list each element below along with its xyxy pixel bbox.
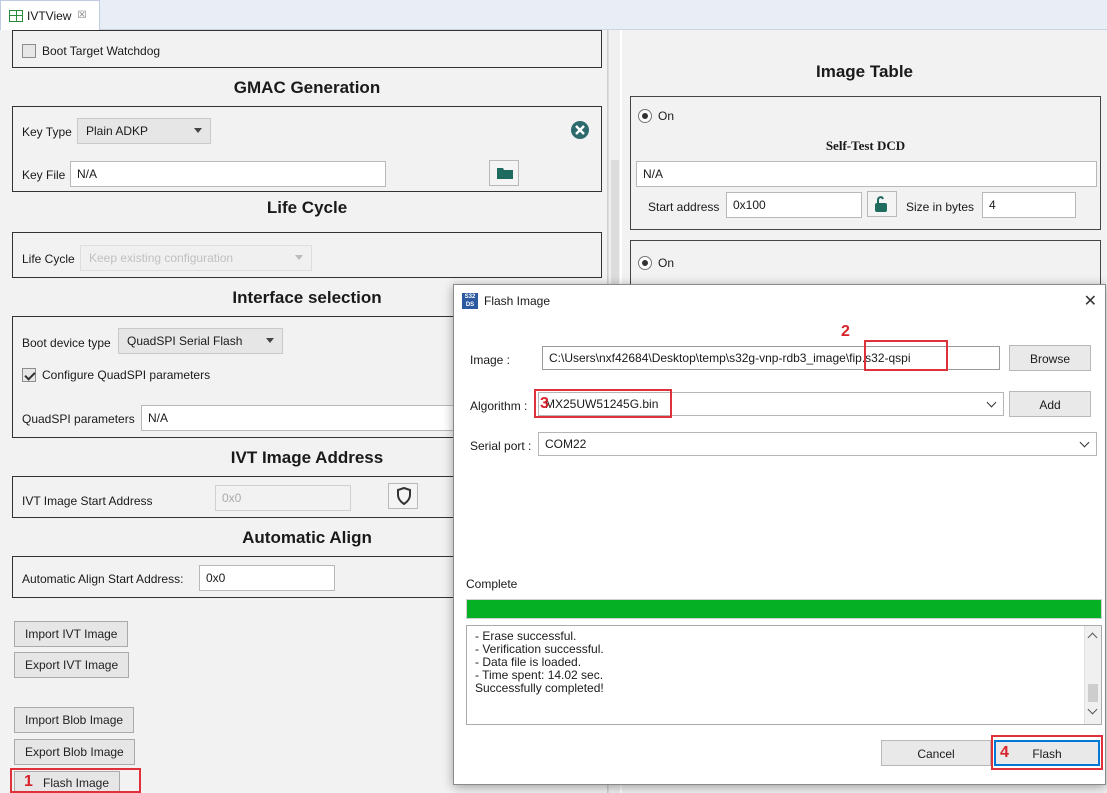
import-ivt-image-button[interactable]: Import IVT Image xyxy=(14,621,129,647)
key-file-label: Key File xyxy=(22,168,66,182)
boot-target-watchdog-checkbox[interactable] xyxy=(22,44,36,58)
shield-icon xyxy=(397,487,411,505)
self-test-dcd-field[interactable]: N/A xyxy=(636,161,1097,187)
serial-port-select[interactable]: COM22 xyxy=(538,432,1097,456)
annotation-number-2: 2 xyxy=(841,323,850,340)
log-lines: - Erase successful. - Verification succes… xyxy=(475,630,1093,695)
algorithm-label: Algorithm : xyxy=(470,399,528,413)
folder-icon xyxy=(497,168,513,179)
status-text: Complete xyxy=(466,577,518,591)
image-label: Image : xyxy=(470,353,511,367)
add-button[interactable]: Add xyxy=(1009,391,1091,417)
entry-1-on-label: On xyxy=(658,109,675,123)
serial-port-label: Serial port : xyxy=(470,439,532,453)
quadspi-params-field[interactable]: N/A xyxy=(141,405,455,431)
entry-1-on-radio[interactable] xyxy=(638,109,652,123)
scroll-down-icon[interactable] xyxy=(1087,704,1098,715)
key-type-value: Plain ADKP xyxy=(86,124,149,138)
gmac-section-title: GMAC Generation xyxy=(233,78,381,97)
chevron-down-icon xyxy=(1079,437,1090,448)
tab-ivtview[interactable]: IVTView ☒ xyxy=(0,0,100,30)
editor-tab-bar xyxy=(0,0,1107,30)
dropdown-arrow-icon xyxy=(194,128,202,133)
dropdown-arrow-icon xyxy=(266,338,274,343)
dropdown-arrow-icon xyxy=(295,255,303,260)
start-address-field[interactable]: 0x100 xyxy=(726,192,862,218)
boot-device-type-value: QuadSPI Serial Flash xyxy=(127,334,243,348)
scrollbar-thumb[interactable] xyxy=(1088,684,1098,702)
browse-key-file-button[interactable] xyxy=(489,160,519,186)
scroll-up-icon[interactable] xyxy=(1087,632,1098,643)
close-icon[interactable]: ✕ xyxy=(1084,291,1097,311)
annotation-number-4: 4 xyxy=(1000,744,1009,761)
auto-align-label: Automatic Align Start Address: xyxy=(22,572,184,586)
log-scrollbar[interactable] xyxy=(1084,626,1101,724)
key-file-field[interactable]: N/A xyxy=(70,161,386,187)
dialog-title-bar: S32 DS Flash Image ✕ xyxy=(454,285,1105,317)
table-icon xyxy=(9,9,23,22)
key-type-select[interactable]: Plain ADKP xyxy=(77,118,211,144)
ivt-start-address-label: IVT Image Start Address xyxy=(22,494,153,508)
progress-fill xyxy=(467,600,1101,618)
export-blob-image-button[interactable]: Export Blob Image xyxy=(14,739,135,765)
life-cycle-value: Keep existing configuration xyxy=(89,251,234,265)
browse-button[interactable]: Browse xyxy=(1009,345,1091,371)
close-tab-icon[interactable]: ☒ xyxy=(77,10,86,21)
size-in-bytes-label: Size in bytes xyxy=(906,200,975,214)
key-type-label: Key Type xyxy=(22,125,72,139)
serial-port-value: COM22 xyxy=(545,437,587,451)
entry-2-on-radio[interactable] xyxy=(638,256,652,270)
annotation-box-3 xyxy=(534,389,672,418)
tab-title: IVTView xyxy=(27,8,72,23)
configure-quadspi-checkbox[interactable] xyxy=(22,368,36,382)
unlock-icon xyxy=(875,196,887,212)
dialog-title: Flash Image xyxy=(484,294,551,308)
life-cycle-section-title: Life Cycle xyxy=(266,198,348,217)
chevron-down-icon xyxy=(986,397,997,408)
s32ds-logo-icon: S32 DS xyxy=(462,293,478,309)
ivt-address-lock-button[interactable] xyxy=(388,483,418,509)
entry-2-on-label: On xyxy=(658,256,675,270)
self-test-dcd-title: Self-Test DCD xyxy=(825,138,906,153)
image-table-entry-2 xyxy=(630,240,1101,290)
quadspi-params-label: QuadSPI parameters xyxy=(22,412,135,426)
boot-device-type-label: Boot device type xyxy=(22,336,111,350)
annotation-number-1: 1 xyxy=(24,773,33,790)
configure-quadspi-label: Configure QuadSPI parameters xyxy=(42,368,211,382)
clear-key-button[interactable] xyxy=(565,117,595,143)
annotation-number-3: 3 xyxy=(540,395,549,412)
life-cycle-label: Life Cycle xyxy=(22,252,75,266)
life-cycle-select[interactable]: Keep existing configuration xyxy=(80,245,312,271)
unlock-button[interactable] xyxy=(867,191,897,217)
auto-align-field[interactable]: 0x0 xyxy=(199,565,335,591)
flash-progress-bar xyxy=(466,599,1102,619)
start-address-label: Start address xyxy=(648,200,720,214)
boot-target-watchdog-label: Boot Target Watchdog xyxy=(42,44,161,58)
ivt-start-address-field[interactable]: 0x0 xyxy=(215,485,351,511)
log-line: Successfully completed! xyxy=(475,681,604,695)
clear-icon xyxy=(571,121,589,139)
flash-image-dialog: S32 DS Flash Image ✕ Image : C:\Users\nxf… xyxy=(453,284,1106,785)
annotation-box-2 xyxy=(864,340,948,371)
export-ivt-image-button[interactable]: Export IVT Image xyxy=(14,652,130,678)
flash-log[interactable]: - Erase successful. - Verification succes… xyxy=(466,625,1102,725)
image-table-title: Image Table xyxy=(816,62,913,81)
size-in-bytes-field[interactable]: 4 xyxy=(982,192,1076,218)
import-blob-image-button[interactable]: Import Blob Image xyxy=(14,707,135,733)
boot-device-type-select[interactable]: QuadSPI Serial Flash xyxy=(118,328,283,354)
cancel-button[interactable]: Cancel xyxy=(881,740,991,766)
